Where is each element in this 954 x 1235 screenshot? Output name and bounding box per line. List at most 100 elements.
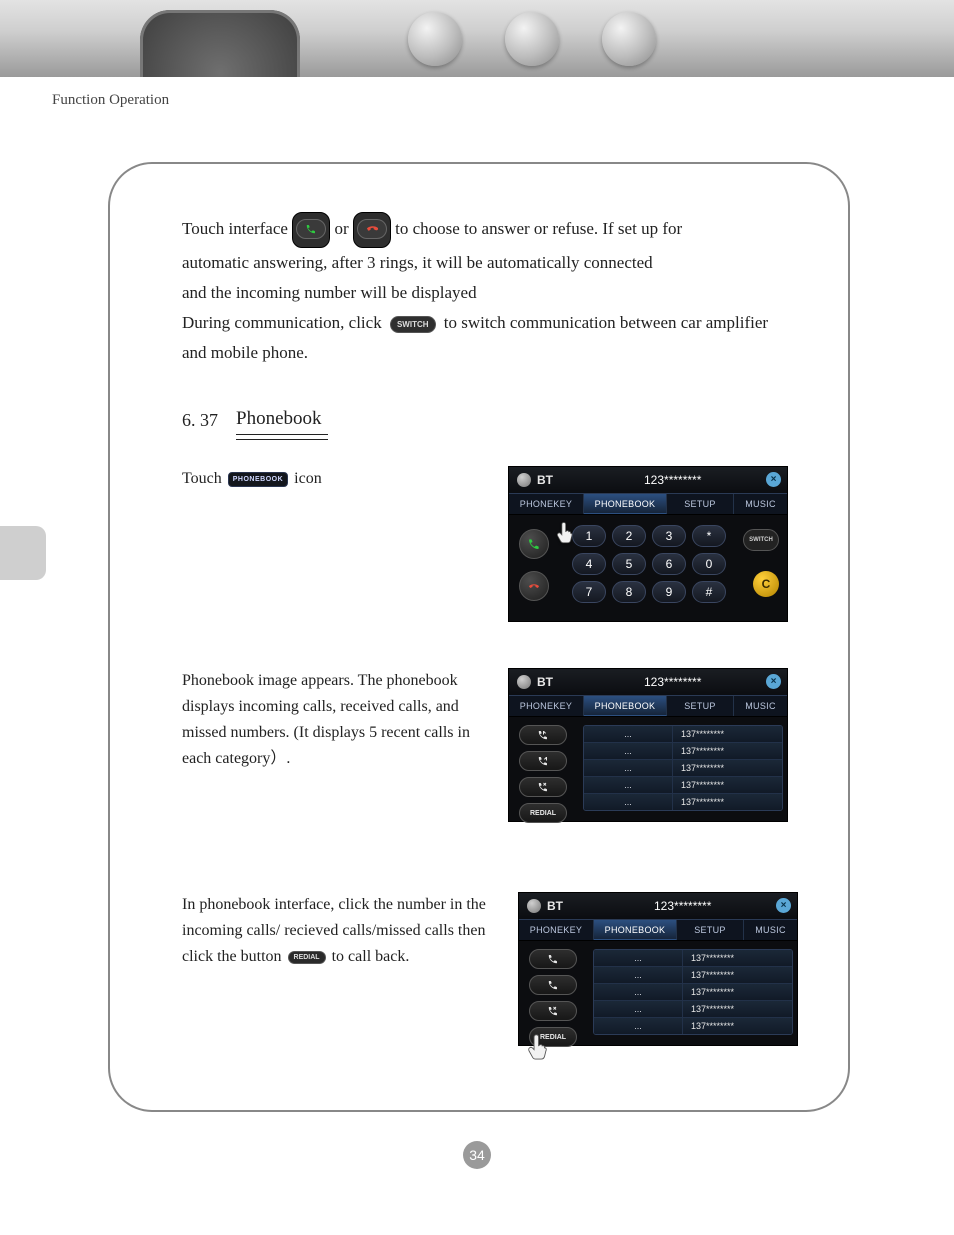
list-item[interactable]: ...137******** xyxy=(594,984,792,1001)
tab-phonebook[interactable]: PHONEBOOK xyxy=(594,920,677,940)
screen-header: BT 123******** × xyxy=(509,467,787,493)
key-2[interactable]: 2 xyxy=(612,525,646,547)
step-3: In phonebook interface, click the number… xyxy=(182,892,798,1046)
page-header-label: Function Operation xyxy=(52,92,169,109)
banner-image xyxy=(0,0,954,77)
screen-tabs: PHONEKEY PHONEBOOK SETUP MUSIC xyxy=(509,695,787,717)
redial-pill-icon: REDIAL xyxy=(288,951,326,964)
list-item[interactable]: ...137******** xyxy=(594,950,792,967)
screenshot-phonebook-redial: BT 123******** × PHONEKEY PHONEBOOK SETU… xyxy=(518,892,798,1046)
list-item[interactable]: ...137******** xyxy=(584,743,782,760)
tab-setup[interactable]: SETUP xyxy=(667,696,734,716)
tab-music[interactable]: MUSIC xyxy=(734,696,787,716)
list-item[interactable]: ...137******** xyxy=(594,1001,792,1018)
dashboard-graphic xyxy=(140,10,300,77)
list-item[interactable]: ...137******** xyxy=(584,794,782,810)
key-6[interactable]: 6 xyxy=(652,553,686,575)
phonebook-area: REDIAL ...137******** ...137******** ...… xyxy=(519,941,797,1045)
step-1-text: Touch PHONEBOOK icon xyxy=(182,466,482,492)
section-number: 6. 37 xyxy=(182,408,218,431)
text: During communication, click xyxy=(182,313,382,332)
tab-phonebook[interactable]: PHONEBOOK xyxy=(584,696,667,716)
keypad-area: SWITCH C 1 2 3 * 4 5 xyxy=(509,515,787,621)
intro-paragraph: Touch interface or to choose to answer o… xyxy=(182,212,798,368)
content-panel: Touch interface or to choose to answer o… xyxy=(108,162,850,1112)
missed-button[interactable] xyxy=(519,777,567,797)
screen-header: BT 123******** × xyxy=(519,893,797,919)
text: or xyxy=(334,219,348,238)
dialed-number: 123******** xyxy=(654,899,711,913)
call-list: ...137******** ...137******** ...137****… xyxy=(593,949,793,1035)
key-5[interactable]: 5 xyxy=(612,553,646,575)
screenshot-keypad: BT 123******** × PHONEKEY PHONEBOOK SETU… xyxy=(508,466,788,622)
tab-phonebook[interactable]: PHONEBOOK xyxy=(584,494,667,514)
received-button[interactable] xyxy=(519,751,567,771)
keypad: 1 2 3 * 4 5 6 0 xyxy=(569,525,729,603)
list-item[interactable]: ...137******** xyxy=(584,777,782,794)
bt-logo-icon xyxy=(517,675,531,689)
list-item[interactable]: ...137******** xyxy=(584,760,782,777)
tab-music[interactable]: MUSIC xyxy=(744,920,797,940)
bt-label: BT xyxy=(517,675,553,689)
key-9[interactable]: 9 xyxy=(652,581,686,603)
step-2: Phonebook image appears. The phonebook d… xyxy=(182,668,798,822)
tab-phonekey[interactable]: PHONEKEY xyxy=(509,494,584,514)
tab-setup[interactable]: SETUP xyxy=(677,920,744,940)
text: to switch communication between car ampl… xyxy=(444,313,768,332)
bt-logo-icon xyxy=(527,899,541,913)
knob-graphic xyxy=(408,12,462,66)
close-button[interactable]: × xyxy=(766,472,781,487)
side-thumb-tab xyxy=(0,526,46,580)
close-button[interactable]: × xyxy=(766,674,781,689)
tab-phonekey[interactable]: PHONEKEY xyxy=(519,920,594,940)
text: and mobile phone. xyxy=(182,343,308,362)
redial-button[interactable]: REDIAL xyxy=(519,803,567,823)
dialed-number: 123******** xyxy=(644,473,701,487)
switch-icon: SWITCH xyxy=(390,316,436,333)
close-button[interactable]: × xyxy=(776,898,791,913)
list-item[interactable]: ...137******** xyxy=(594,967,792,984)
key-7[interactable]: 7 xyxy=(572,581,606,603)
title-underline xyxy=(236,434,328,440)
key-4[interactable]: 4 xyxy=(572,553,606,575)
section-heading-row: 6. 37 Phonebook xyxy=(182,408,798,440)
pointer-hand-icon xyxy=(553,521,579,551)
dialed-number: 123******** xyxy=(644,675,701,689)
key-0[interactable]: 0 xyxy=(692,553,726,575)
tab-setup[interactable]: SETUP xyxy=(667,494,734,514)
key-star[interactable]: * xyxy=(692,525,726,547)
step-1: Touch PHONEBOOK icon BT 123******** × PH… xyxy=(182,466,798,622)
incoming-button[interactable] xyxy=(529,949,577,969)
tab-phonekey[interactable]: PHONEKEY xyxy=(509,696,584,716)
text: icon xyxy=(294,470,322,487)
key-3[interactable]: 3 xyxy=(652,525,686,547)
received-button[interactable] xyxy=(529,975,577,995)
text: to choose to answer or refuse. If set up… xyxy=(395,219,682,238)
knob-graphic xyxy=(505,12,559,66)
page: Function Operation Touch interface or to… xyxy=(0,0,954,1235)
text: automatic answering, after 3 rings, it w… xyxy=(182,253,653,272)
hangup-button[interactable] xyxy=(519,571,549,601)
step-2-text: Phonebook image appears. The phonebook d… xyxy=(182,668,482,772)
hangup-icon xyxy=(353,212,391,248)
text: to call back. xyxy=(332,948,410,965)
text: Touch xyxy=(182,470,222,487)
key-hash[interactable]: # xyxy=(692,581,726,603)
list-item[interactable]: ...137******** xyxy=(594,1018,792,1034)
text: and the incoming number will be displaye… xyxy=(182,283,477,302)
answer-icon xyxy=(292,212,330,248)
knob-graphic xyxy=(602,12,656,66)
screen-header: BT 123******** × xyxy=(509,669,787,695)
missed-button[interactable] xyxy=(529,1001,577,1021)
screenshot-phonebook-list: BT 123******** × PHONEKEY PHONEBOOK SETU… xyxy=(508,668,788,822)
bt-logo-icon xyxy=(517,473,531,487)
text: Touch interface xyxy=(182,219,288,238)
switch-button[interactable]: SWITCH xyxy=(743,529,779,551)
page-number: 34 xyxy=(463,1141,491,1169)
clear-button[interactable]: C xyxy=(753,571,779,597)
tab-music[interactable]: MUSIC xyxy=(734,494,787,514)
incoming-button[interactable] xyxy=(519,725,567,745)
answer-button[interactable] xyxy=(519,529,549,559)
key-8[interactable]: 8 xyxy=(612,581,646,603)
list-item[interactable]: ...137******** xyxy=(584,726,782,743)
